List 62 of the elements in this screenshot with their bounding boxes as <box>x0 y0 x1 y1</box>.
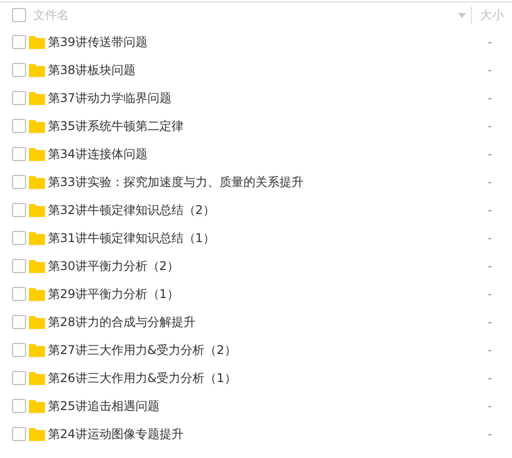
folder-icon <box>29 176 45 188</box>
folder-icon <box>29 428 45 440</box>
folder-icon <box>29 372 45 384</box>
checkbox[interactable] <box>12 203 26 217</box>
file-size: - <box>488 231 492 245</box>
file-size: - <box>488 119 492 133</box>
file-size: - <box>488 343 492 357</box>
file-name[interactable]: 第24讲运动图像专题提升 <box>48 426 488 442</box>
file-name[interactable]: 第37讲动力学临界问题 <box>48 90 488 106</box>
folder-icon <box>29 64 45 76</box>
checkbox[interactable] <box>12 371 26 385</box>
checkbox[interactable] <box>12 175 26 189</box>
checkbox[interactable] <box>12 8 26 22</box>
checkbox[interactable] <box>12 63 26 77</box>
file-size: - <box>488 147 492 161</box>
file-size: - <box>488 399 492 413</box>
file-name[interactable]: 第31讲牛顿定律知识总结（1） <box>48 230 488 246</box>
checkbox[interactable] <box>12 119 26 133</box>
file-size: - <box>488 203 492 217</box>
file-size: - <box>488 371 492 385</box>
folder-icon <box>29 344 45 356</box>
folder-icon <box>29 148 45 160</box>
checkbox[interactable] <box>12 91 26 105</box>
file-size: - <box>488 287 492 301</box>
checkbox[interactable] <box>12 315 26 329</box>
file-name[interactable]: 第28讲力的合成与分解提升 <box>48 314 488 330</box>
checkbox[interactable] <box>12 35 26 49</box>
file-size: - <box>488 91 492 105</box>
checkbox[interactable] <box>12 259 26 273</box>
file-name[interactable]: 第26讲三大作用力&受力分析（1） <box>48 370 488 386</box>
folder-icon <box>29 92 45 104</box>
file-name[interactable]: 第32讲牛顿定律知识总结（2） <box>48 202 488 218</box>
file-name[interactable]: 第29讲平衡力分析（1） <box>48 286 488 302</box>
file-name[interactable]: 第34讲连接体问题 <box>48 146 488 162</box>
file-size: - <box>488 427 492 441</box>
file-name[interactable]: 第35讲系统牛顿第二定律 <box>48 118 488 134</box>
folder-icon <box>29 316 45 328</box>
folder-icon <box>29 260 45 272</box>
file-size: - <box>488 63 492 77</box>
dropdown-icon[interactable] <box>458 12 466 18</box>
checkbox[interactable] <box>12 287 26 301</box>
file-name[interactable]: 第27讲三大作用力&受力分析（2） <box>48 342 488 358</box>
folder-icon <box>29 288 45 300</box>
file-name[interactable]: 第33讲实验：探究加速度与力、质量的关系提升 <box>48 174 488 190</box>
file-size: - <box>488 175 492 189</box>
checkbox[interactable] <box>12 231 26 245</box>
checkbox[interactable] <box>12 399 26 413</box>
file-size: - <box>488 259 492 273</box>
folder-icon <box>29 120 45 132</box>
file-size: - <box>488 35 492 49</box>
file-name[interactable]: 第25讲追击相遇问题 <box>48 398 488 414</box>
folder-icon <box>29 204 45 216</box>
file-name[interactable]: 第39讲传送带问题 <box>48 34 488 50</box>
checkbox[interactable] <box>12 427 26 441</box>
folder-icon <box>29 400 45 412</box>
checkbox[interactable] <box>12 343 26 357</box>
file-name[interactable]: 第30讲平衡力分析（2） <box>48 258 488 274</box>
folder-icon <box>29 36 45 48</box>
file-size: - <box>488 315 492 329</box>
file-name[interactable]: 第38讲板块问题 <box>48 62 488 78</box>
checkbox[interactable] <box>12 147 26 161</box>
folder-icon <box>29 232 45 244</box>
